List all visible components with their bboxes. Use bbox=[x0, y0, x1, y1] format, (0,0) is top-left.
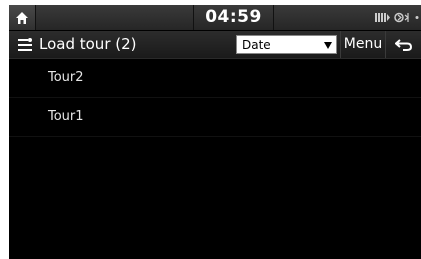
tour-list-icon bbox=[18, 38, 32, 51]
sort-value: Date bbox=[242, 38, 271, 52]
page-title: Load tour (2) bbox=[39, 35, 137, 53]
status-divider bbox=[273, 5, 274, 30]
back-button[interactable] bbox=[385, 31, 421, 58]
tour-list: Tour2 Tour1 bbox=[9, 59, 421, 259]
title-bar: Load tour (2) Date Menu bbox=[9, 31, 421, 59]
home-icon bbox=[16, 11, 28, 24]
list-item[interactable]: Tour1 bbox=[9, 98, 421, 137]
bluetooth-icon bbox=[394, 12, 409, 23]
back-arrow-icon bbox=[395, 38, 413, 51]
clock: 04:59 bbox=[205, 7, 262, 27]
screen: 04:59 Load tour (2) Date Menu Tour2 Tour… bbox=[9, 5, 421, 259]
status-bar: 04:59 bbox=[9, 5, 421, 30]
home-button[interactable] bbox=[9, 5, 36, 30]
battery-icon bbox=[375, 13, 390, 22]
chevron-down-icon bbox=[324, 42, 332, 49]
tour-name: Tour2 bbox=[48, 70, 84, 85]
status-icons bbox=[375, 5, 421, 30]
list-item[interactable]: Tour2 bbox=[9, 59, 421, 98]
sort-dropdown[interactable]: Date bbox=[236, 35, 337, 54]
menu-button[interactable]: Menu bbox=[340, 31, 385, 58]
signal-icon bbox=[415, 16, 419, 19]
tour-name: Tour1 bbox=[48, 109, 84, 124]
